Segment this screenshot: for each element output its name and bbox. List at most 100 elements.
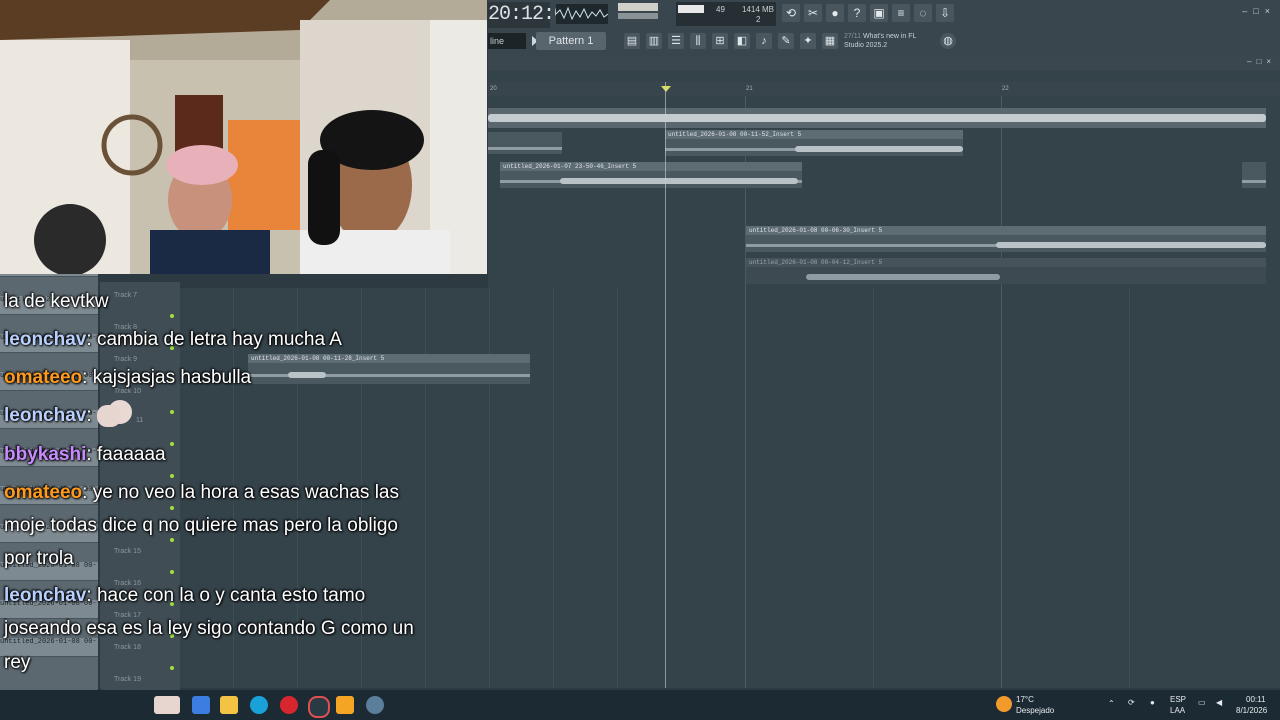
mic-button[interactable]: ● bbox=[826, 4, 844, 22]
chat-text: joseando esa es la ley sigo contando G c… bbox=[4, 618, 414, 639]
mixer-view-icon: ⫼ bbox=[695, 35, 701, 47]
chat-username: leonchav bbox=[4, 405, 87, 426]
channel-rack-button[interactable]: ☰ bbox=[668, 33, 684, 49]
ruler-mark: 20 bbox=[490, 86, 497, 92]
weather-icon[interactable] bbox=[996, 696, 1012, 712]
help-button[interactable]: ? bbox=[848, 4, 866, 22]
track-label[interactable]: Track 9 bbox=[114, 356, 137, 363]
tempo-button[interactable]: ♪ bbox=[756, 33, 772, 49]
mixer-button[interactable]: ≡ bbox=[892, 4, 910, 22]
webcam-image bbox=[0, 0, 487, 274]
news-panel[interactable]: 27/11 What's new in FL Studio 2025.2 bbox=[844, 30, 940, 54]
playhead[interactable] bbox=[665, 82, 666, 688]
download-button[interactable]: ⇩ bbox=[936, 4, 954, 22]
wand-button[interactable]: ✦ bbox=[800, 33, 816, 49]
mixer-view-button[interactable]: ⫼ bbox=[690, 33, 706, 49]
track-label[interactable]: Track 18 bbox=[114, 644, 141, 651]
help-icon: ? bbox=[853, 6, 861, 20]
chat-username: omateeo bbox=[4, 367, 83, 388]
opera-browser-icon[interactable] bbox=[280, 696, 298, 714]
chat-text: la de kevtkw bbox=[4, 291, 109, 312]
chat-message: leonchav: cambia de letra hay mucha A bbox=[4, 329, 342, 350]
audio-clip[interactable]: untitled_2026-01-08 00-11-52_Insert 5 bbox=[665, 130, 963, 156]
clip-label: untitled_2026-01-08 00-04-12_Insert 5 bbox=[746, 258, 1266, 267]
weather-description[interactable]: Despejado bbox=[1016, 706, 1054, 715]
undo-icon: ⟲ bbox=[785, 6, 797, 20]
news-icon: ▦ bbox=[824, 35, 836, 47]
channel-rack-icon: ☰ bbox=[671, 35, 681, 47]
chat-username: omateeo bbox=[4, 482, 83, 503]
playlist-header: –□× bbox=[488, 56, 1280, 70]
chat-username: leonchav bbox=[4, 329, 87, 350]
settings-gear-icon[interactable] bbox=[366, 696, 384, 714]
clip-label: untitled_2026-01-07 23-50-46_Insert 5 bbox=[500, 162, 802, 171]
clip-label: untitled_2026-01-08 00-11-52_Insert 5 bbox=[665, 130, 963, 139]
chevron-up-icon[interactable]: ⌃ bbox=[1108, 699, 1115, 708]
chat-text: por trola bbox=[4, 548, 74, 569]
chat-message-cont: joseando esa es la ley sigo contando G c… bbox=[4, 617, 484, 641]
sync-icon[interactable]: ⟳ bbox=[1128, 698, 1135, 707]
chat-message-cont: moje todas dice q no quiere mas pero la … bbox=[4, 514, 484, 538]
mute-led[interactable] bbox=[170, 506, 174, 510]
track-label[interactable]: Track 19 bbox=[114, 676, 141, 683]
browser-button[interactable]: ⊞ bbox=[712, 33, 728, 49]
edge-browser-icon[interactable] bbox=[250, 696, 268, 714]
mute-led[interactable] bbox=[170, 314, 174, 318]
keyboard-layout[interactable]: LAA bbox=[1170, 706, 1185, 715]
app-icon[interactable] bbox=[308, 696, 330, 718]
mute-led[interactable] bbox=[170, 474, 174, 478]
cut-tool-button[interactable]: ✂ bbox=[804, 4, 822, 22]
network-icon[interactable]: ▭ bbox=[1198, 698, 1206, 707]
chat-text: moje todas dice q no quiere mas pero la … bbox=[4, 515, 398, 536]
tools-button[interactable]: ✎ bbox=[778, 33, 794, 49]
volume-icon[interactable]: ◀ bbox=[1216, 698, 1222, 707]
copilot-icon[interactable] bbox=[192, 696, 210, 714]
mute-led[interactable] bbox=[170, 538, 174, 542]
search-icon[interactable] bbox=[154, 696, 180, 714]
audio-clip[interactable]: untitled_2026-01-08 00-06-30_Insert 5 bbox=[746, 226, 1266, 252]
language-indicator[interactable]: ESP bbox=[1170, 695, 1186, 704]
clock-date[interactable]: 8/1/2026 bbox=[1236, 706, 1267, 715]
fl-studio-icon[interactable] bbox=[336, 696, 354, 714]
audio-clip[interactable] bbox=[488, 132, 562, 154]
pattern-selector[interactable]: Pattern 1 bbox=[536, 32, 606, 50]
cpu-count: 2 bbox=[756, 15, 761, 24]
fl-toolbar: 20:12:00 49 1414 MB 2 ⟲ ✂ ● ? ▣ ≡ ◌ ⇩ –□… bbox=[488, 0, 1280, 57]
song-time-display[interactable]: 20:12:00 bbox=[488, 2, 577, 28]
snap-mode-select[interactable]: line bbox=[488, 33, 526, 49]
audio-clip[interactable] bbox=[1242, 162, 1266, 188]
song-position-marker[interactable] bbox=[661, 86, 671, 92]
save-button[interactable]: ▣ bbox=[870, 4, 888, 22]
poly-meter bbox=[618, 13, 658, 19]
microphone-icon[interactable]: ● bbox=[1150, 698, 1155, 707]
window-controls[interactable]: –□× bbox=[1242, 6, 1276, 16]
plugin-button[interactable]: ◧ bbox=[734, 33, 750, 49]
piano-roll-icon: ▥ bbox=[648, 35, 660, 47]
playlist-window-controls[interactable]: –□× bbox=[1247, 57, 1276, 66]
news-button[interactable]: ▦ bbox=[822, 33, 838, 49]
piano-roll-button[interactable]: ▥ bbox=[646, 33, 662, 49]
chat-message: bbykashi: faaaaaa bbox=[4, 444, 166, 465]
audio-clip[interactable]: untitled_2026-01-08 00-04-12_Insert 5 bbox=[746, 258, 1266, 284]
memory-bar bbox=[678, 5, 704, 13]
chat-message: leonchav: hace con la o y canta esto tam… bbox=[4, 585, 366, 606]
chat-text: ye no veo la hora a esas wachas las bbox=[92, 482, 399, 503]
loop-record-button[interactable]: ⟲ bbox=[782, 4, 800, 22]
timeline-ruler[interactable]: 20 21 22 bbox=[488, 82, 1280, 96]
clip-label: untitled_2026-01-08 00-11-28_Insert 5 bbox=[248, 354, 530, 363]
weather-temperature[interactable]: 17°C bbox=[1016, 695, 1034, 704]
chat-text: hace con la o y canta esto tamo bbox=[96, 585, 366, 606]
tempo-icon: ♪ bbox=[761, 35, 767, 47]
chat-message: omateeo: kajsjasjas hasbulla bbox=[4, 367, 252, 388]
chat-username: leonchav bbox=[4, 585, 87, 606]
file-explorer-icon[interactable] bbox=[220, 696, 238, 714]
news-open-button[interactable]: ◍ bbox=[940, 33, 956, 49]
clock-time[interactable]: 00:11 bbox=[1246, 695, 1265, 704]
scissors-icon: ✂ bbox=[807, 6, 819, 20]
master-audio-clip[interactable] bbox=[488, 108, 1266, 128]
audio-clip[interactable]: untitled_2026-01-07 23-50-46_Insert 5 bbox=[500, 162, 802, 188]
chat-button[interactable]: ◌ bbox=[914, 4, 932, 22]
fl-toolbar-row2: line Pattern 1 ▤ ▥ ☰ ⫼ ⊞ ◧ ♪ ✎ ✦ ▦ 27/11… bbox=[488, 30, 1280, 54]
webcam-feed bbox=[0, 0, 487, 274]
playlist-button[interactable]: ▤ bbox=[624, 33, 640, 49]
